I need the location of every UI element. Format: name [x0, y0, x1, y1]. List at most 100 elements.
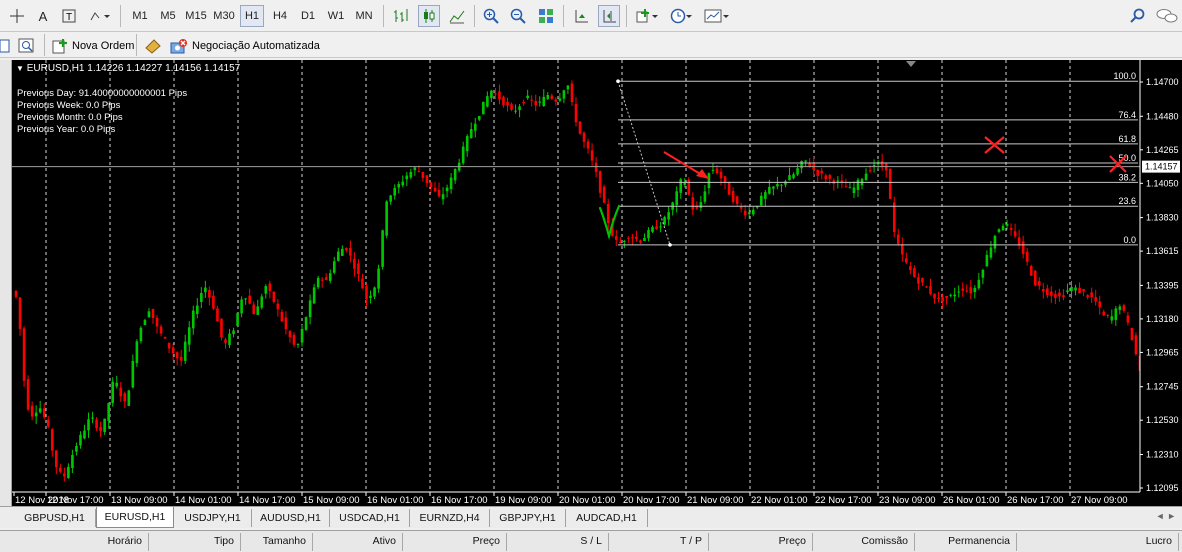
tab-scroll-arrows-icon[interactable]: ◄ ► — [1156, 511, 1176, 521]
candle-body — [38, 408, 42, 413]
timeframe-w1-button[interactable]: W1 — [324, 5, 348, 27]
candle-body — [99, 426, 102, 432]
price-chart-canvas[interactable]: 100.076.461.850.038.223.60.01.147001.144… — [12, 60, 1182, 506]
column-header-9[interactable]: Permanencia — [914, 535, 1010, 547]
column-header-0[interactable]: Horário — [46, 535, 142, 547]
candle-body — [614, 236, 618, 240]
terminal-header: Horário Tipo Tamanho Ativo Preço S / LT / P Pr… — [0, 530, 1182, 552]
crosshair-icon[interactable] — [6, 5, 28, 27]
column-header-2[interactable]: Tamanho — [210, 535, 306, 547]
candle-body — [1029, 266, 1033, 276]
periods-clock-icon[interactable] — [668, 5, 696, 27]
column-header-4[interactable]: Preço — [404, 535, 500, 547]
candle-body — [232, 330, 235, 335]
candle-body — [864, 173, 868, 181]
text-tool-icon[interactable]: A — [32, 5, 54, 27]
timeframe-h1-button[interactable]: H1 — [240, 5, 264, 27]
candle-body — [79, 434, 82, 446]
candle-body — [784, 181, 787, 185]
candle-body — [772, 186, 775, 189]
column-header-7[interactable]: Preço — [710, 535, 806, 547]
column-header-3[interactable]: Ativo — [300, 535, 396, 547]
candle-body — [977, 279, 981, 289]
candle-body — [465, 136, 469, 152]
symbol-tab-usdcad-h1[interactable]: USDCAD,H1 — [330, 509, 410, 527]
symbol-tab-audcad-h1[interactable]: AUDCAD,H1 — [566, 509, 648, 527]
candlestick-chart-icon[interactable] — [418, 5, 440, 27]
symbol-tab-gbpjpy-h1[interactable]: GBPJPY,H1 — [490, 509, 566, 527]
line-chart-icon[interactable] — [446, 5, 468, 27]
price-tick-label: 1.13830 — [1146, 213, 1179, 223]
timeframe-d1-button[interactable]: D1 — [296, 5, 320, 27]
symbol-tab-gbpusd-h1[interactable]: GBPUSD,H1 — [14, 509, 96, 527]
candle-body — [421, 172, 425, 179]
fibonacci-level-label: 38.2 — [1118, 172, 1136, 182]
symbol-tab-eurnzd-h4[interactable]: EURNZD,H4 — [410, 509, 490, 527]
bar-chart-icon[interactable] — [390, 5, 412, 27]
timeframe-m1-button[interactable]: M1 — [128, 5, 152, 27]
timeframe-h4-button[interactable]: H4 — [268, 5, 292, 27]
window-icon[interactable] — [0, 35, 10, 56]
trading-toolbar: Nova Ordem Negociação Automatizada — [0, 32, 1182, 58]
timeframe-m30-button[interactable]: M30 — [212, 5, 236, 27]
price-tick-label: 1.13180 — [1146, 314, 1179, 324]
candle-body — [482, 101, 485, 115]
candle-body — [87, 419, 90, 431]
candle-body — [659, 226, 662, 228]
shapes-dropdown-icon[interactable] — [86, 5, 114, 27]
label-tool-icon[interactable]: T — [58, 5, 80, 27]
time-tick-label: 12 Nov 17:00 — [47, 495, 104, 506]
tile-windows-icon[interactable] — [535, 5, 557, 27]
search-icon[interactable] — [1126, 5, 1148, 27]
timeframe-m5-button[interactable]: M5 — [156, 5, 180, 27]
candle-body — [30, 405, 34, 417]
cross-annotation-icon[interactable] — [984, 136, 1005, 154]
chart-shift-icon[interactable] — [570, 5, 592, 27]
column-header-10[interactable]: Lucro — [1076, 535, 1172, 547]
candle-body — [602, 186, 606, 203]
candle-body — [675, 191, 678, 206]
candle-body — [570, 83, 574, 103]
fibonacci-anchor-point[interactable] — [668, 243, 672, 247]
navigator-icon[interactable] — [18, 35, 38, 56]
price-chart[interactable]: 100.0 76.4 61.8 50.0 38.2 23.6 0.0 1.14700 1.144… — [12, 60, 1182, 506]
timeframe-mn-button[interactable]: MN — [352, 5, 376, 27]
new-order-button[interactable]: Nova Ordem — [52, 35, 134, 56]
candle-body — [598, 171, 602, 193]
experts-icon[interactable] — [144, 35, 164, 56]
candle-body — [357, 263, 360, 274]
candle-body — [896, 234, 900, 244]
indicators-dropdown-icon[interactable] — [634, 5, 662, 27]
chart-shift-marker-icon[interactable] — [906, 61, 916, 67]
candle-body — [316, 277, 320, 288]
fibonacci-anchor-point[interactable] — [616, 79, 620, 84]
symbol-tab-usdjpy-h1[interactable]: USDJPY,H1 — [174, 509, 252, 527]
time-tick-label: 21 Nov 09:00 — [687, 495, 744, 506]
column-header-6[interactable]: T / P — [606, 535, 702, 547]
candle-body — [530, 99, 533, 101]
candle-body — [236, 312, 239, 326]
timeframe-m15-button[interactable]: M15 — [184, 5, 208, 27]
candle-body — [151, 308, 155, 319]
candle-body — [95, 419, 98, 429]
candle-body — [183, 341, 187, 361]
candle-body — [272, 291, 276, 302]
candle-body — [627, 237, 630, 239]
zoom-in-icon[interactable] — [480, 5, 502, 27]
candle-body — [1054, 293, 1057, 298]
symbol-tab-audusd-h1[interactable]: AUDUSD,H1 — [252, 509, 330, 527]
candle-body — [417, 171, 421, 173]
chat-icon[interactable] — [1154, 5, 1180, 27]
auto-scroll-icon[interactable] — [598, 5, 620, 27]
zoom-out-icon[interactable] — [507, 5, 529, 27]
candle-body — [743, 210, 747, 216]
column-header-8[interactable]: Comissão — [812, 535, 908, 547]
templates-dropdown-icon[interactable] — [702, 5, 732, 27]
candle-body — [63, 473, 66, 477]
column-header-5[interactable]: S / L — [506, 535, 602, 547]
auto-trading-button[interactable]: Negociação Automatizada — [170, 35, 320, 56]
candle-body — [578, 121, 582, 134]
arrow-annotation-head-icon — [696, 169, 709, 179]
symbol-tab-eurusd-h1[interactable]: EURUSD,H1 — [96, 507, 174, 528]
candle-body — [175, 352, 179, 359]
